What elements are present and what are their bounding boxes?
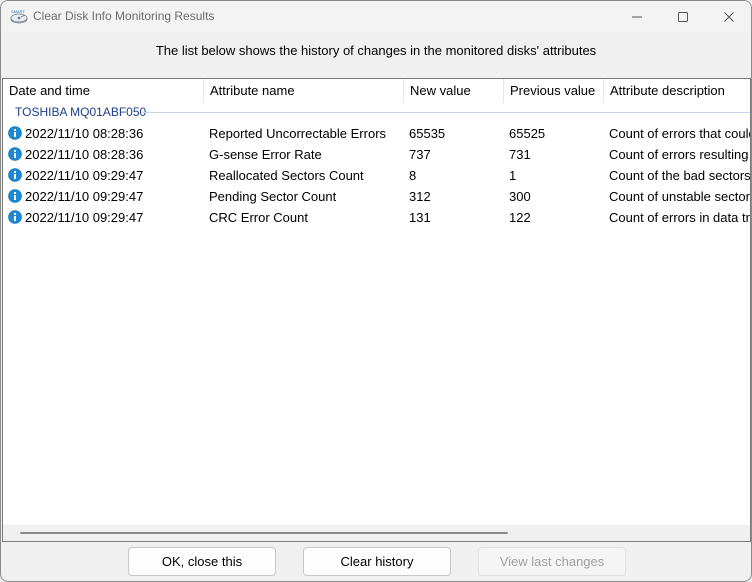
- table-row[interactable]: 2022/11/10 09:29:47 Reallocated Sectors …: [3, 165, 750, 186]
- column-header-datetime[interactable]: Date and time: [3, 79, 204, 103]
- column-header-previous-value[interactable]: Previous value: [504, 79, 604, 103]
- maximize-button[interactable]: [660, 1, 706, 32]
- ok-close-button[interactable]: OK, close this: [128, 547, 276, 576]
- window-title: Clear Disk Info Monitoring Results: [33, 9, 215, 23]
- close-button[interactable]: [706, 1, 751, 32]
- cell-datetime: 2022/11/10 08:28:36: [25, 126, 144, 141]
- list-header: Date and time Attribute name New value P…: [3, 79, 750, 103]
- app-icon-badge: SMART: [11, 9, 25, 14]
- column-header-description[interactable]: Attribute description: [604, 79, 750, 103]
- minimize-icon: [632, 16, 642, 17]
- cell-previous-value: 731: [509, 147, 531, 162]
- table-row[interactable]: 2022/11/10 09:29:47 CRC Error Count 131 …: [3, 207, 750, 228]
- scrollbar-thumb[interactable]: [20, 532, 508, 534]
- cell-new-value: 65535: [409, 126, 446, 141]
- cell-previous-value: 122: [509, 210, 531, 225]
- cell-description: Count of unstable sector: [609, 189, 750, 204]
- cell-datetime: 2022/11/10 09:29:47: [25, 189, 144, 204]
- cell-new-value: 312: [409, 189, 431, 204]
- description-message: The list below shows the history of chan…: [155, 43, 597, 58]
- cell-new-value: 8: [409, 168, 417, 183]
- cell-previous-value: 1: [509, 168, 517, 183]
- cell-datetime: 2022/11/10 09:29:47: [25, 210, 144, 225]
- horizontal-scrollbar[interactable]: [3, 525, 750, 541]
- minimize-button[interactable]: [614, 1, 660, 32]
- cell-previous-value: 65525: [509, 126, 546, 141]
- cell-previous-value: 300: [509, 189, 531, 204]
- cell-description: Count of errors that could: [609, 126, 750, 141]
- monitoring-results-window: SMART Clear Disk Info Monitoring Results…: [0, 0, 752, 582]
- cell-attribute: Reallocated Sectors Count: [209, 168, 364, 183]
- info-icon: [8, 189, 22, 203]
- cell-description: Count of errors resulting: [609, 147, 749, 162]
- disk-app-icon: SMART: [10, 9, 28, 24]
- cell-new-value: 131: [409, 210, 431, 225]
- column-header-new-value[interactable]: New value: [404, 79, 504, 103]
- cell-datetime: 2022/11/10 08:28:36: [25, 147, 144, 162]
- cell-description: Count of the bad sectors: [609, 168, 750, 183]
- cell-attribute: Reported Uncorrectable Errors: [209, 126, 387, 141]
- clear-history-button[interactable]: Clear history: [303, 547, 451, 576]
- title-bar[interactable]: SMART Clear Disk Info Monitoring Results: [1, 1, 751, 32]
- info-icon: [8, 168, 22, 182]
- info-icon: [8, 126, 22, 140]
- view-last-changes-button[interactable]: View last changes: [478, 547, 626, 576]
- cell-attribute: Pending Sector Count: [209, 189, 337, 204]
- close-icon: [724, 11, 734, 22]
- table-row[interactable]: 2022/11/10 08:28:36 G-sense Error Rate 7…: [3, 144, 750, 165]
- results-list[interactable]: Date and time Attribute name New value P…: [2, 78, 751, 542]
- info-icon: [8, 147, 22, 161]
- cell-description: Count of errors in data tra: [609, 210, 750, 225]
- cell-attribute: CRC Error Count: [209, 210, 308, 225]
- table-row[interactable]: 2022/11/10 08:28:36 Reported Uncorrectab…: [3, 123, 750, 144]
- group-header-disk[interactable]: TOSHIBA MQ01ABF050: [15, 105, 146, 119]
- cell-attribute: G-sense Error Rate: [209, 147, 322, 162]
- column-header-attribute[interactable]: Attribute name: [204, 79, 404, 103]
- maximize-icon: [678, 11, 688, 22]
- group-divider: [143, 112, 750, 113]
- cell-datetime: 2022/11/10 09:29:47: [25, 168, 144, 183]
- info-icon: [8, 210, 22, 224]
- cell-new-value: 737: [409, 147, 431, 162]
- table-row[interactable]: 2022/11/10 09:29:47 Pending Sector Count…: [3, 186, 750, 207]
